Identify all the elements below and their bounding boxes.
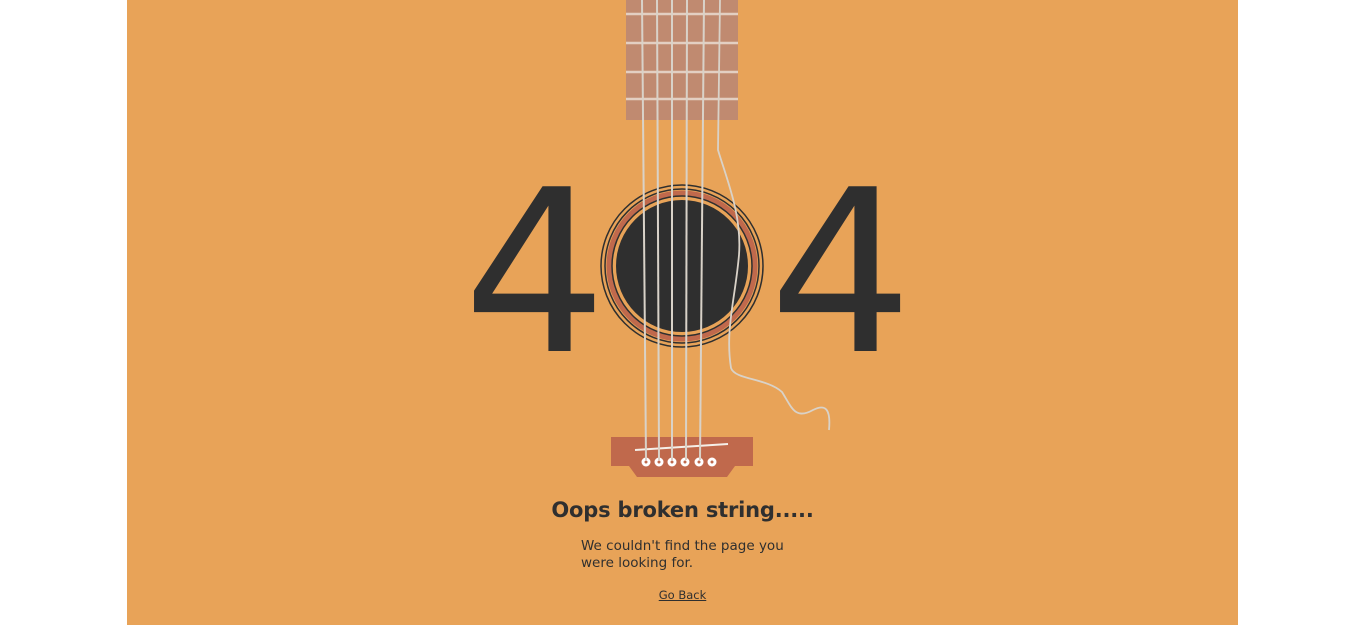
guitar-illustration: 4 4	[463, 0, 913, 477]
error-page: 4 4 Oops broken string..... We couldn't …	[127, 0, 1238, 625]
go-back-link[interactable]: Go Back	[127, 588, 1238, 602]
error-digit-right: 4	[769, 142, 913, 405]
guitar-bridge	[611, 437, 753, 477]
error-digit-left: 4	[463, 142, 607, 405]
error-headline: Oops broken string.....	[551, 498, 814, 522]
error-message: We couldn't find the page you were looki…	[581, 538, 784, 571]
